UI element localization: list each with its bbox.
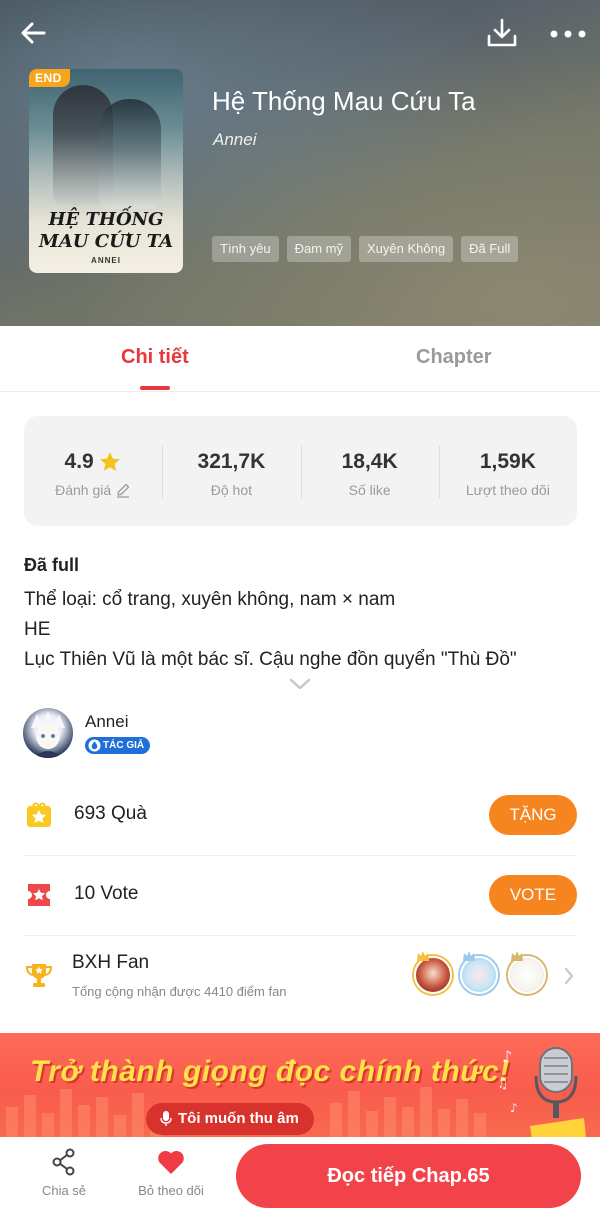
hot-value: 321,7K — [197, 450, 266, 473]
svg-text:♪: ♪ — [502, 1047, 512, 1066]
back-button[interactable] — [14, 14, 54, 54]
fan-ranking-row[interactable]: BXH Fan Tổng cộng nhận được 4410 điểm fa… — [24, 936, 577, 1024]
description-line: Thể loại: cổ trang, xuyên không, nam × n… — [24, 589, 396, 610]
continue-reading-button[interactable]: Đọc tiếp Chap.65 — [236, 1144, 581, 1208]
rating-label: Đánh giá — [55, 482, 112, 498]
rating-value: 4.9 — [64, 450, 94, 473]
gift-row: 693 Quà TẶNG — [24, 776, 577, 856]
genre-tags: Tình yêu Đam mỹ Xuyên Không Đã Full — [212, 236, 519, 262]
heart-icon — [158, 1150, 184, 1174]
description-line: HE — [24, 619, 51, 640]
vote-row: 10 Vote VOTE — [24, 856, 577, 936]
tab-bar: Chi tiết Chapter — [0, 326, 600, 392]
active-tab-indicator — [140, 386, 170, 390]
trophy-icon — [25, 964, 53, 987]
microphone-icon: ♪ ♫ ♪ — [500, 1047, 586, 1140]
fan-ranking-title: BXH Fan — [72, 952, 150, 973]
top-fans — [414, 951, 554, 996]
author-badge-label: TÁC GIẢ — [103, 740, 145, 751]
genre-tag[interactable]: Đam mỹ — [286, 236, 351, 262]
record-voice-button[interactable]: Tôi muốn thu âm — [146, 1103, 314, 1135]
hot-label: Độ hot — [210, 482, 252, 498]
book-description[interactable]: Đã full Thể loại: cổ trang, xuyên không,… — [24, 553, 584, 675]
record-voice-label: Tôi muốn thu âm — [178, 1110, 299, 1127]
share-button[interactable]: Chia sẻ — [19, 1147, 109, 1198]
give-gift-button[interactable]: TẶNG — [489, 795, 577, 835]
stats-card: 4.9 Đánh giá 321,7K Độ hot 18,4K Số like… — [24, 416, 577, 526]
avatar-illustration — [31, 711, 65, 758]
tab-chapter[interactable]: Chapter — [416, 346, 492, 369]
author-name: Annei — [85, 712, 129, 731]
stat-followers: 1,59K Lượt theo dõi — [438, 416, 577, 526]
gift-icon — [27, 802, 51, 827]
fan-ranking-subtitle: Tổng cộng nhận được 4410 điểm fan — [72, 984, 287, 999]
chevron-down-icon[interactable] — [288, 676, 312, 692]
more-options-button[interactable] — [546, 14, 590, 54]
unfollow-label: Bỏ theo dõi — [138, 1183, 204, 1198]
unfollow-button[interactable]: Bỏ theo dõi — [126, 1147, 216, 1198]
share-label: Chia sẻ — [41, 1183, 87, 1198]
edit-pencil-icon — [117, 483, 130, 498]
svg-text:♫: ♫ — [500, 1076, 509, 1092]
svg-text:♪: ♪ — [510, 1101, 518, 1115]
share-icon — [52, 1148, 75, 1176]
crown-icon — [511, 951, 523, 961]
genre-tag[interactable]: Tình yêu — [212, 236, 279, 262]
star-icon — [99, 452, 120, 471]
followers-label: Lượt theo dõi — [465, 482, 550, 498]
chevron-right-icon — [564, 967, 574, 985]
cover-art-figure — [99, 99, 161, 209]
book-author[interactable]: Annei — [213, 130, 256, 150]
arrow-left-icon — [21, 22, 46, 44]
stat-hot: 321,7K Độ hot — [162, 416, 300, 526]
cover-title-line: HỆ THỐNG — [48, 209, 164, 230]
tab-details[interactable]: Chi tiết — [121, 346, 189, 369]
stat-likes: 18,4K Số like — [300, 416, 439, 526]
end-badge: END — [29, 69, 70, 87]
completion-status: Đã full — [24, 555, 80, 575]
book-title: Hệ Thống Mau Cứu Ta — [212, 86, 476, 116]
genre-tag[interactable]: Đã Full — [461, 236, 519, 262]
banner-title: Trở thành giọng đọc chính thức! — [30, 1055, 510, 1088]
vote-ticket-icon — [28, 884, 50, 906]
bottom-action-bar: Chia sẻ Bỏ theo dõi Đọc tiếp Chap.65 — [0, 1137, 600, 1213]
stat-rating[interactable]: 4.9 Đánh giá — [24, 416, 162, 526]
book-cover: END HỆ THỐNG MAU CỨU TA ANNEI — [29, 69, 183, 273]
crown-icon — [463, 951, 475, 961]
crown-icon — [417, 951, 429, 961]
likes-value: 18,4K — [341, 450, 398, 473]
followers-value: 1,59K — [479, 450, 536, 473]
cover-title-line: MAU CỨU TA — [38, 231, 174, 252]
more-horizontal-icon — [550, 30, 586, 38]
download-button[interactable] — [482, 14, 522, 54]
description-line: Lục Thiên Vũ là một bác sĩ. Cậu nghe đồn… — [24, 649, 517, 670]
feather-drop-icon — [88, 739, 101, 752]
author-avatar[interactable] — [23, 708, 73, 758]
download-icon — [487, 18, 517, 47]
vote-button[interactable]: VOTE — [489, 875, 577, 915]
gift-count: 693 Quà — [74, 803, 147, 824]
book-header: END HỆ THỐNG MAU CỨU TA ANNEI Hệ Thống M… — [0, 0, 600, 326]
vote-count: 10 Vote — [74, 883, 139, 904]
author-role-badge: TÁC GIẢ — [85, 737, 151, 754]
microphone-small-icon — [160, 1111, 172, 1126]
genre-tag[interactable]: Xuyên Không — [358, 236, 454, 262]
likes-label: Số like — [348, 482, 391, 498]
cover-author: ANNEI — [91, 256, 121, 265]
